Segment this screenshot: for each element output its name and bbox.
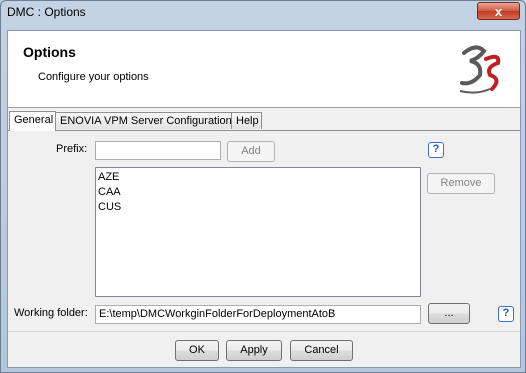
ok-button-label: OK (189, 344, 205, 356)
dialog-client: Options Configure your options General E… (7, 30, 521, 368)
prefix-label: Prefix: (56, 143, 88, 155)
prefix-list[interactable]: AZE CAA CUS (95, 167, 421, 297)
working-folder-help-icon[interactable]: ? (498, 306, 514, 322)
cancel-button-label: Cancel (304, 344, 339, 356)
apply-button-label: Apply (240, 344, 268, 356)
tab-general[interactable]: General (9, 111, 56, 131)
ok-button[interactable]: OK (175, 340, 219, 361)
tab-help[interactable]: Help (231, 112, 262, 129)
working-folder-label: Working folder: (14, 307, 88, 319)
cancel-button[interactable]: Cancel (290, 340, 353, 361)
apply-button[interactable]: Apply (226, 340, 282, 361)
remove-button[interactable]: Remove (427, 173, 495, 194)
add-button-label: Add (241, 145, 261, 157)
header-subtitle: Configure your options (38, 71, 149, 83)
list-item[interactable]: CAA (98, 185, 420, 200)
tab-help-label: Help (236, 115, 259, 127)
tab-enovia-vpm-server-configuration[interactable]: ENOVIA VPM Server Configuration (55, 112, 232, 129)
list-item[interactable]: AZE (98, 170, 420, 185)
browse-button[interactable]: ... (428, 303, 470, 324)
3ds-logo-icon (459, 45, 501, 94)
list-item[interactable]: CUS (98, 200, 420, 215)
add-button[interactable]: Add (227, 141, 275, 162)
tab-enovia-label: ENOVIA VPM Server Configuration (60, 115, 232, 127)
footer-divider (8, 331, 520, 332)
window-title: DMC : Options (7, 5, 86, 19)
header-title: Options (23, 44, 76, 60)
title-bar[interactable]: DMC : Options x (1, 1, 525, 25)
remove-button-label: Remove (440, 177, 482, 189)
working-folder-input[interactable]: E:\temp\DMCWorkginFolderForDeploymentAto… (95, 305, 421, 324)
prefix-input[interactable] (95, 141, 221, 160)
tab-general-label: General (14, 114, 54, 126)
prefix-help-icon[interactable]: ? (428, 142, 444, 158)
options-window: DMC : Options x Options Configure your o… (0, 0, 526, 373)
close-icon: x (494, 4, 503, 19)
browse-button-label: ... (444, 307, 454, 319)
dialog-header: Options Configure your options (8, 31, 520, 108)
close-button[interactable]: x (477, 2, 520, 20)
general-tab-panel: Prefix: Add ? AZE CAA CUS Remove Working… (8, 130, 520, 331)
